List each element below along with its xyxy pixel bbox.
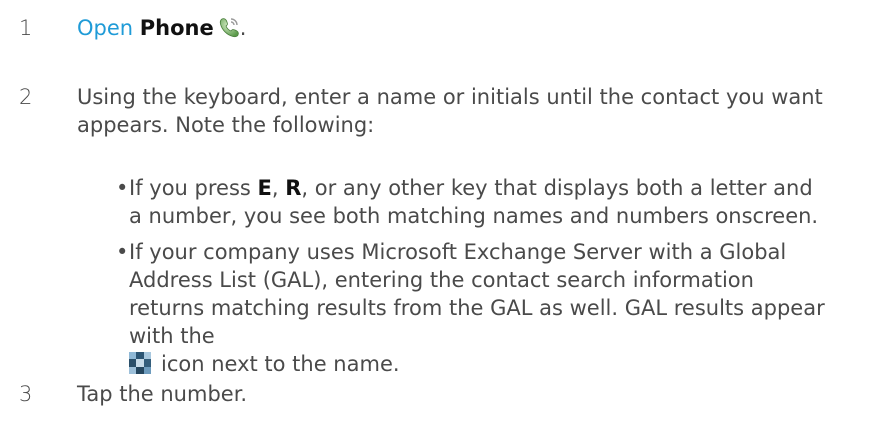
bullet-text: If you press E, R, or any other key that… <box>129 174 829 230</box>
step-2-notes: • If you press E, R, or any other key th… <box>77 174 837 388</box>
step-number: 2 <box>19 85 33 109</box>
bullet-glyph: • <box>116 240 129 264</box>
step-number: 1 <box>19 16 33 40</box>
step-number: 3 <box>19 382 33 406</box>
list-item: • If your company uses Microsoft Exchang… <box>77 238 825 378</box>
key-e: E <box>257 176 272 200</box>
bullet-glyph: • <box>116 176 129 200</box>
key-r: R <box>285 176 302 200</box>
step-1-text: Open Phone . <box>77 14 837 42</box>
open-link[interactable]: Open <box>77 16 133 40</box>
bullet-prefix: If you press <box>129 176 258 200</box>
gal-contact-icon <box>129 352 151 374</box>
gal-note-text: If your company uses Microsoft Exchange … <box>129 240 825 348</box>
phone-app-icon <box>218 16 240 38</box>
phone-app-name: Phone <box>139 16 214 40</box>
list-item: • If you press E, R, or any other key th… <box>77 174 818 230</box>
gal-note-suffix: icon next to the name. <box>161 352 400 376</box>
bullet-text: If your company uses Microsoft Exchange … <box>129 238 834 378</box>
bullet-sep: , <box>271 176 286 200</box>
step-2-text: Using the keyboard, enter a name or init… <box>77 85 823 137</box>
step-3-text: Tap the number. <box>77 382 248 406</box>
step-1-period: . <box>239 16 247 40</box>
